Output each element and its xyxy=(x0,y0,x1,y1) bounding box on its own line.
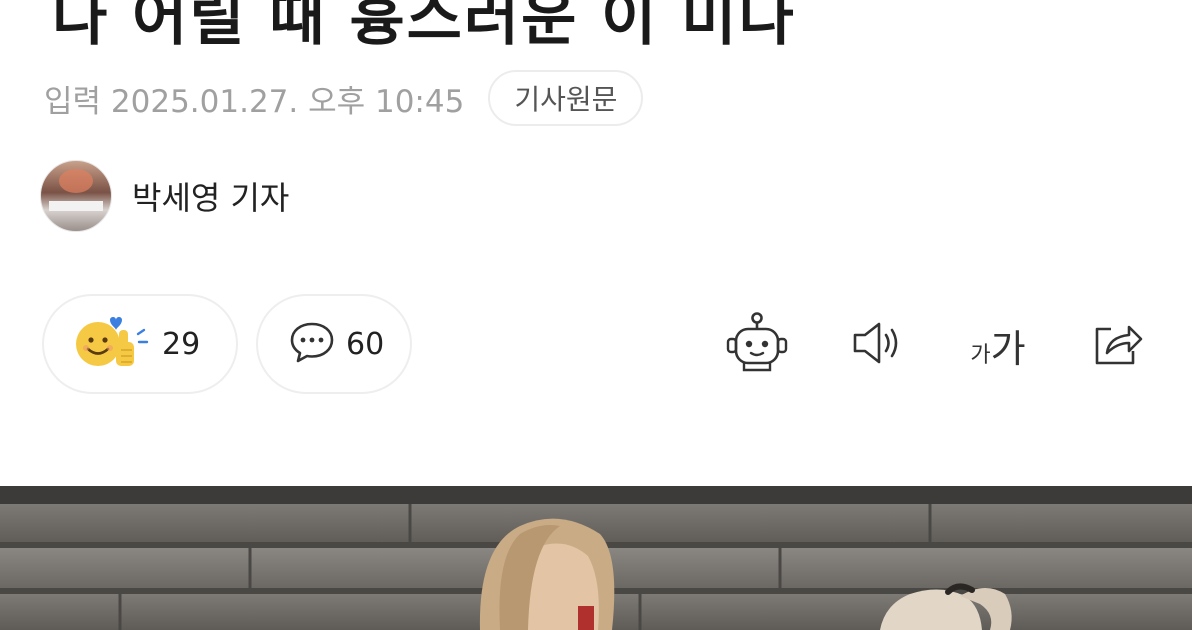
article-page: 다 어릴 때 흉스러운 이 미다 입력 2025.01.27. 오후 10:45… xyxy=(0,0,1200,630)
speaker-icon xyxy=(847,318,907,372)
comment-button[interactable]: 60 xyxy=(256,294,412,394)
article-photo-image xyxy=(0,486,1192,630)
reaction-count: 29 xyxy=(162,326,201,362)
listen-button[interactable] xyxy=(842,310,912,380)
article-photo xyxy=(0,486,1192,630)
reporter-info[interactable]: 박세영 기자 xyxy=(40,160,289,232)
reaction-button[interactable]: 29 xyxy=(42,294,238,394)
speech-bubble-icon xyxy=(288,320,336,368)
publish-date: 입력 2025.01.27. 오후 10:45 xyxy=(44,83,465,120)
robot-icon xyxy=(724,312,790,378)
comment-count: 60 xyxy=(346,326,385,362)
font-size-icon: 가가 xyxy=(970,318,1025,373)
smile-thumbs-reaction-icon xyxy=(72,312,152,376)
share-button[interactable] xyxy=(1082,310,1152,380)
share-icon xyxy=(1087,315,1147,375)
font-large-glyph: 가 xyxy=(990,326,1026,371)
reporter-avatar xyxy=(40,160,112,232)
font-size-button[interactable]: 가가 xyxy=(958,310,1038,380)
original-article-button[interactable]: 기사원문 xyxy=(488,70,644,126)
font-small-glyph: 가 xyxy=(970,342,991,368)
article-headline: 다 어릴 때 흉스러운 이 미다 xyxy=(52,0,796,54)
reporter-name: 박세영 기자 xyxy=(132,179,290,217)
article-meta: 입력 2025.01.27. 오후 10:45 기사원문 xyxy=(44,70,644,126)
summary-bot-button[interactable] xyxy=(722,310,792,380)
